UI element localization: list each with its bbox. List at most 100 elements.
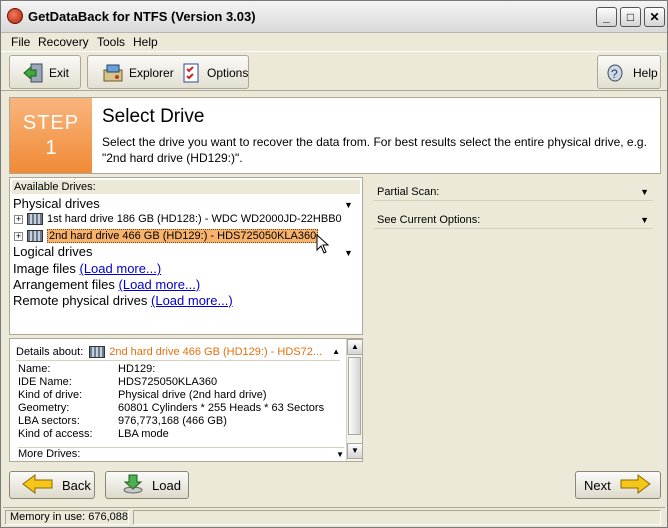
- menu-recovery[interactable]: Recovery: [38, 35, 89, 49]
- details-scrollbar[interactable]: ▲ ▼: [346, 339, 363, 461]
- logical-collapse-arrow-icon[interactable]: ▼: [344, 248, 353, 258]
- svg-text:?: ?: [611, 67, 618, 81]
- app-window: GetDataBack for NTFS (Version 3.03) _ □ …: [0, 0, 668, 528]
- partial-scan-dropdown[interactable]: Partial Scan: ▼: [373, 183, 653, 201]
- collapse-up-icon[interactable]: ▲: [332, 347, 340, 356]
- detail-label: IDE Name:: [18, 376, 72, 388]
- maximize-button[interactable]: □: [620, 7, 641, 27]
- chevron-down-icon[interactable]: ▼: [336, 448, 344, 461]
- chevron-down-icon[interactable]: ▼: [640, 211, 649, 229]
- load-label: Load: [152, 477, 181, 493]
- current-options-dropdown[interactable]: See Current Options: ▼: [373, 211, 653, 229]
- partial-scan-label: Partial Scan:: [377, 186, 440, 198]
- remote-load-more-link[interactable]: (Load more...): [151, 293, 233, 308]
- details-about-label: Details about:: [16, 345, 84, 358]
- toolbar: Exit Explorer Options ? Help: [1, 51, 667, 91]
- help-label: Help: [633, 66, 658, 80]
- next-label: Next: [584, 477, 611, 493]
- step-badge: STEP 1: [10, 98, 92, 173]
- image-files-label: Image files: [13, 261, 76, 276]
- detail-value: 60801 Cylinders * 255 Heads * 63 Sectors: [118, 402, 325, 414]
- details-drive-name: 2nd hard drive 466 GB (HD129:) - HDS72..…: [109, 345, 323, 358]
- status-bar: Memory in use: 676,088: [3, 507, 665, 525]
- detail-value: LBA mode: [118, 428, 169, 440]
- help-button[interactable]: ? Help: [606, 61, 658, 85]
- more-drives-row[interactable]: More Drives: ▼: [18, 447, 344, 460]
- arrangement-files-section: Arrangement files (Load more...): [13, 277, 200, 292]
- explorer-button[interactable]: Explorer: [102, 61, 174, 85]
- hard-drive-icon: [27, 213, 43, 225]
- options-button[interactable]: Options: [180, 61, 248, 85]
- available-drives-pane: Available Drives: Physical drives ▼ + 1s…: [9, 177, 363, 335]
- exit-label: Exit: [49, 66, 70, 80]
- toolbar-group-help: ? Help: [597, 55, 661, 89]
- hard-drive-icon: [27, 230, 43, 242]
- title-bar[interactable]: GetDataBack for NTFS (Version 3.03) _ □ …: [1, 1, 667, 33]
- minimize-button[interactable]: _: [596, 7, 617, 27]
- chevron-down-icon[interactable]: ▼: [640, 183, 649, 201]
- exit-button[interactable]: Exit: [22, 61, 69, 85]
- options-label: Options: [207, 66, 249, 80]
- detail-label: Kind of drive:: [18, 389, 83, 401]
- menu-bar: File Recovery Tools Help: [1, 33, 667, 51]
- detail-value: HD129:: [118, 363, 156, 375]
- detail-value: 976,773,168 (466 GB): [118, 415, 227, 427]
- expand-icon[interactable]: +: [14, 214, 23, 224]
- scroll-up-button[interactable]: ▲: [347, 339, 363, 355]
- status-message-cell: [133, 510, 661, 525]
- exit-door-icon: [22, 62, 44, 84]
- window-title: GetDataBack for NTFS (Version 3.03): [28, 9, 256, 24]
- step-title: Select Drive: [102, 106, 205, 127]
- detail-label: Name:: [18, 363, 51, 375]
- arrangement-load-more-link[interactable]: (Load more...): [119, 277, 201, 292]
- drive-row[interactable]: + 1st hard drive 186 GB (HD128:) - WDC W…: [14, 211, 342, 227]
- menu-tools[interactable]: Tools: [97, 35, 125, 49]
- explorer-computer-icon: [102, 62, 124, 84]
- options-checklist-icon: [180, 62, 202, 84]
- memory-usage-status: Memory in use: 676,088: [5, 510, 129, 525]
- step-description: Select the drive you want to recover the…: [102, 135, 647, 165]
- explorer-label: Explorer: [129, 66, 174, 80]
- load-download-icon: [122, 473, 144, 498]
- back-arrow-icon: [22, 473, 54, 497]
- logical-drives-section[interactable]: Logical drives: [13, 244, 93, 259]
- detail-label: Kind of access:: [18, 428, 93, 440]
- physical-collapse-arrow-icon[interactable]: ▼: [344, 200, 353, 210]
- detail-value: HDS725050KLA360: [118, 376, 218, 388]
- menu-help[interactable]: Help: [133, 35, 158, 49]
- available-drives-header: Available Drives:: [12, 180, 360, 194]
- scroll-thumb[interactable]: [348, 357, 361, 435]
- step-panel: STEP 1 Select Drive Select the drive you…: [9, 97, 661, 174]
- details-header: Details about: 2nd hard drive 466 GB (HD…: [16, 343, 340, 361]
- close-button[interactable]: ✕: [644, 7, 665, 27]
- image-files-section: Image files (Load more...): [13, 261, 161, 276]
- next-arrow-icon: [619, 473, 651, 497]
- hard-drive-icon: [89, 345, 106, 358]
- expand-icon[interactable]: +: [14, 231, 23, 241]
- mouse-cursor-icon: [316, 233, 330, 257]
- detail-label: LBA sectors:: [18, 415, 80, 427]
- drive-details-panel: Details about: 2nd hard drive 466 GB (HD…: [9, 338, 363, 462]
- back-button[interactable]: Back: [9, 471, 95, 499]
- app-icon: [7, 8, 23, 24]
- remote-drives-section: Remote physical drives (Load more...): [13, 293, 233, 308]
- image-files-load-more-link[interactable]: (Load more...): [80, 261, 162, 276]
- step-number: 1: [45, 137, 57, 159]
- help-question-icon: ?: [606, 62, 628, 84]
- drive-label: 2nd hard drive 466 GB (HD129:) - HDS7250…: [47, 229, 319, 243]
- step-word: STEP: [22, 112, 80, 134]
- load-button[interactable]: Load: [105, 471, 189, 499]
- scan-options-pane: Partial Scan: ▼ See Current Options: ▼: [369, 177, 661, 463]
- next-button[interactable]: Next: [575, 471, 661, 499]
- drive-label: 1st hard drive 186 GB (HD128:) - WDC WD2…: [47, 213, 342, 225]
- scroll-down-button[interactable]: ▼: [347, 443, 363, 459]
- physical-drives-section[interactable]: Physical drives: [13, 196, 100, 211]
- menu-file[interactable]: File: [11, 35, 30, 49]
- more-drives-label: More Drives:: [18, 448, 81, 460]
- detail-label: Geometry:: [18, 402, 70, 414]
- drive-row-selected[interactable]: + 2nd hard drive 466 GB (HD129:) - HDS72…: [14, 228, 319, 244]
- arrangement-files-label: Arrangement files: [13, 277, 115, 292]
- current-options-label: See Current Options:: [377, 214, 481, 226]
- toolbar-group-nav: Explorer Options: [87, 55, 249, 89]
- toolbar-group-exit: Exit: [9, 55, 81, 89]
